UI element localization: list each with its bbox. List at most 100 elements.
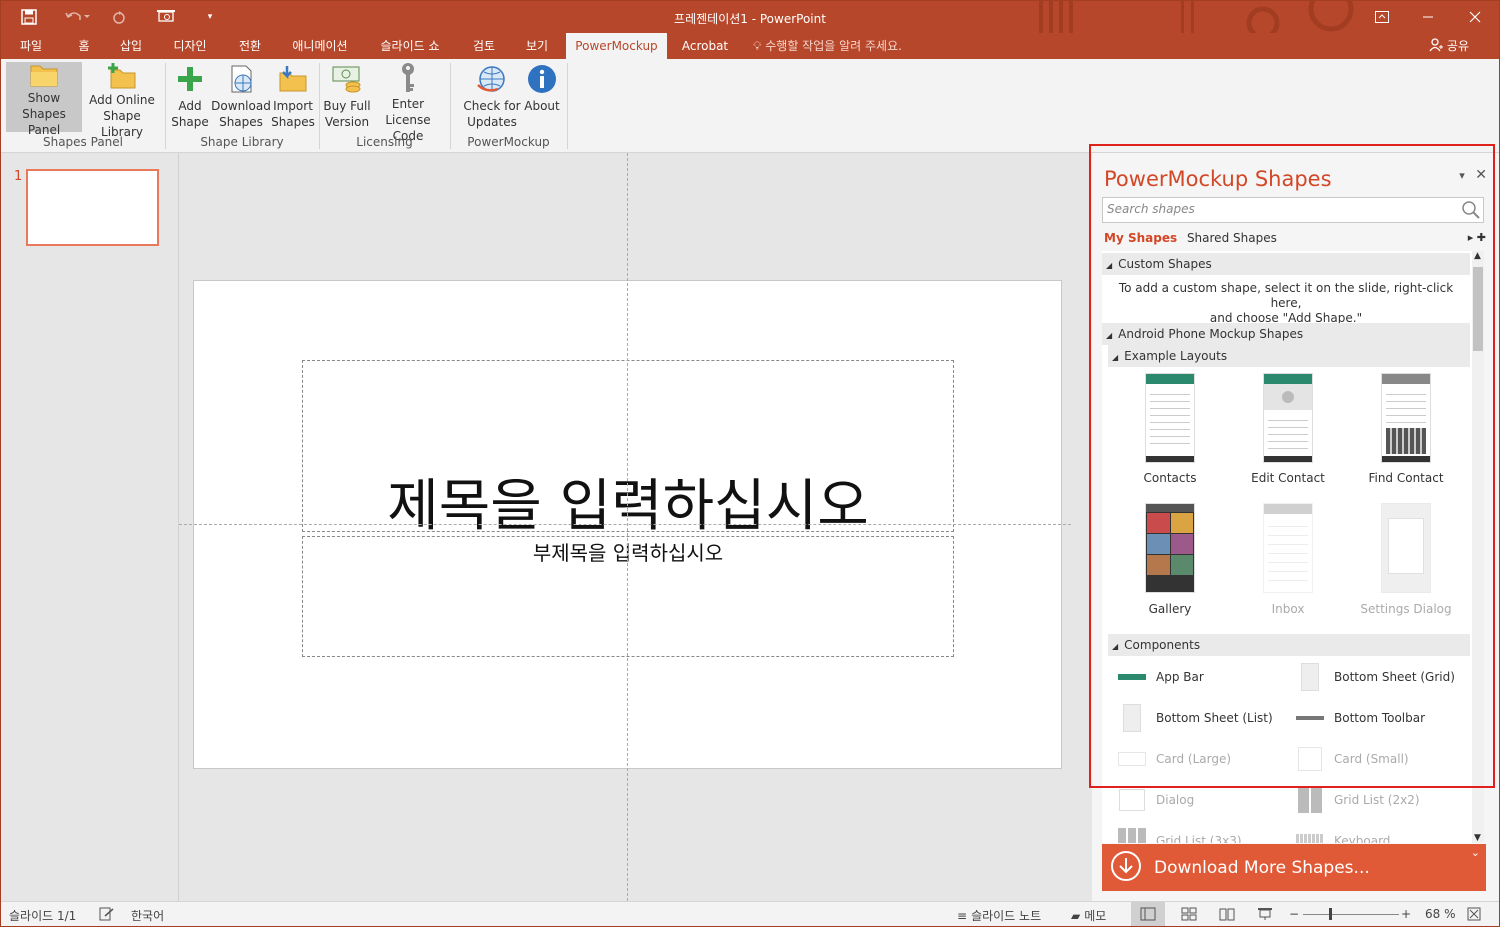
component-bottom-sheet-grid[interactable]: Bottom Sheet (Grid) (1296, 663, 1455, 691)
component-bottom-sheet-list[interactable]: Bottom Sheet (List) (1118, 704, 1273, 732)
shapes-list-scrollbar[interactable]: ▲ ▼ (1472, 251, 1484, 843)
about-button[interactable]: About (523, 62, 561, 132)
notes-icon: ≡ (957, 908, 968, 923)
component-grid-list-2x2[interactable]: Grid List (2x2) (1296, 786, 1420, 814)
component-card-large[interactable]: Card (Large) (1118, 745, 1231, 773)
tell-me-box[interactable]: 💡︎ 수행할 작업을 알려 주세요. (753, 33, 902, 59)
find-contact-thumbnail[interactable] (1381, 373, 1431, 463)
powermockup-shapes-pane: PowerMockup Shapes ▾ ✕ Search shapes My … (1092, 153, 1499, 901)
collapse-bar-icon[interactable]: ⌄ (1471, 846, 1480, 859)
inbox-thumbnail[interactable] (1263, 503, 1313, 593)
shapes-list: ◢ Custom Shapes To add a custom shape, se… (1102, 251, 1484, 843)
tab-review[interactable]: 검토 (463, 33, 505, 59)
group-label-shape-library: Shape Library (200, 135, 284, 149)
section-example-layouts[interactable]: ◢ Example Layouts (1108, 345, 1470, 367)
edit-contact-thumbnail[interactable] (1263, 373, 1313, 463)
slideshow-view-icon[interactable] (1257, 907, 1273, 921)
tab-file[interactable]: 파일 (9, 33, 53, 59)
spell-check-icon[interactable] (99, 907, 115, 921)
title-decoration (1031, 1, 1371, 40)
search-icon[interactable] (1461, 200, 1481, 223)
reading-view-icon[interactable] (1219, 907, 1235, 921)
layout-label-contacts: Contacts (1143, 471, 1197, 485)
subtitle-placeholder[interactable]: 부제목을 입력하십시오 (302, 536, 954, 657)
tab-my-shapes[interactable]: My Shapes (1104, 231, 1177, 245)
title-placeholder-text: 제목을 입력하십시오 (387, 474, 869, 539)
pane-options-icon[interactable]: ▾ (1459, 169, 1465, 182)
zoom-slider[interactable] (1303, 908, 1399, 920)
tab-transitions[interactable]: 전환 (229, 33, 271, 59)
close-window-icon[interactable] (1451, 1, 1499, 33)
tab-design[interactable]: 디자인 (163, 33, 217, 59)
scroll-thumb[interactable] (1473, 267, 1483, 351)
slide-editing-area: 제목을 입력하십시오 부제목을 입력하십시오 (179, 153, 1091, 901)
component-dialog[interactable]: Dialog (1118, 786, 1194, 814)
comments-button[interactable]: ▰ 메모 (1071, 907, 1106, 924)
component-keyboard[interactable]: Keyboard (1296, 827, 1390, 843)
check-for-updates-button[interactable]: Check for Updates (461, 62, 523, 132)
contacts-thumbnail[interactable] (1145, 373, 1195, 463)
show-shapes-panel-button[interactable]: Show Shapes Panel (6, 62, 82, 137)
status-bar: 슬라이드 1/1 한국어 ≡ 슬라이드 노트 ▰ 메모 − + 68 % (1, 901, 1499, 926)
zoom-out-icon[interactable]: − (1289, 907, 1299, 921)
notes-button[interactable]: ≡ 슬라이드 노트 (957, 907, 1041, 924)
gallery-thumbnail[interactable] (1145, 503, 1195, 593)
ribbon-display-options-icon[interactable] (1359, 1, 1405, 33)
zoom-slider-thumb[interactable] (1329, 908, 1332, 920)
component-card-small[interactable]: Card (Small) (1296, 745, 1409, 773)
powerpoint-window: ▾ 프레젠테이션1 - PowerPoint 파일 홈 삽입 디자인 전환 애니… (0, 0, 1500, 927)
pane-tabs-more-icon[interactable]: ▸ ✚ (1468, 231, 1486, 244)
slide-count: 슬라이드 1/1 (9, 909, 77, 923)
language-indicator[interactable]: 한국어 (131, 907, 164, 924)
search-placeholder: Search shapes (1107, 202, 1195, 216)
folder-add-icon (106, 62, 138, 90)
tab-animations[interactable]: 애니메이션 (283, 33, 357, 59)
pane-close-icon[interactable]: ✕ (1475, 167, 1487, 183)
download-shapes-button[interactable]: Download Shapes (211, 62, 271, 132)
add-online-library-button[interactable]: Add Online Shape Library (85, 62, 159, 139)
section-custom-shapes[interactable]: ◢ Custom Shapes (1102, 253, 1470, 275)
download-more-label: Download More Shapes... (1154, 857, 1370, 878)
tab-slideshow[interactable]: 슬라이드 쇼 (369, 33, 451, 59)
slide-sorter-icon[interactable] (1181, 907, 1197, 921)
component-app-bar[interactable]: App Bar (1118, 663, 1204, 691)
fit-to-window-icon[interactable] (1467, 907, 1481, 921)
import-shapes-button[interactable]: Import Shapes (271, 62, 315, 132)
title-placeholder[interactable]: 제목을 입력하십시오 (302, 360, 954, 539)
horizontal-guide (179, 524, 1071, 525)
tab-shared-shapes[interactable]: Shared Shapes (1187, 231, 1277, 245)
tab-insert[interactable]: 삽입 (111, 33, 151, 59)
enter-license-code-button[interactable]: Enter License Code (371, 62, 445, 143)
grid-list-2x2-icon (1296, 786, 1324, 814)
layout-label-find-contact: Find Contact (1368, 471, 1444, 485)
group-label-powermockup: PowerMockup (467, 135, 550, 149)
buy-full-version-button[interactable]: Buy Full Version (323, 62, 371, 132)
search-shapes-input[interactable]: Search shapes (1102, 197, 1484, 223)
section-android-phone-mockup[interactable]: ◢ Android Phone Mockup Shapes (1102, 323, 1470, 345)
share-button[interactable]: 공유 (1429, 33, 1469, 59)
scroll-up-icon[interactable]: ▲ (1474, 251, 1481, 261)
zoom-in-icon[interactable]: + (1401, 907, 1411, 921)
download-more-shapes-button[interactable]: Download More Shapes... ⌄ (1102, 844, 1486, 891)
tab-home[interactable]: 홈 (67, 33, 101, 59)
zoom-level[interactable]: 68 % (1425, 907, 1456, 921)
component-grid-list-3x3[interactable]: Grid List (3x3) (1118, 827, 1242, 843)
component-bottom-toolbar[interactable]: Bottom Toolbar (1296, 704, 1425, 732)
minimize-icon[interactable] (1405, 1, 1451, 33)
bottom-sheet-grid-icon (1296, 663, 1324, 691)
slide-thumbnail[interactable] (26, 169, 159, 246)
section-components[interactable]: ◢ Components (1108, 634, 1470, 656)
add-shape-button[interactable]: Add Shape (169, 62, 211, 132)
tell-me-text: 수행할 작업을 알려 주세요. (765, 39, 902, 53)
comment-icon: ▰ (1071, 908, 1081, 923)
import-folder-icon (277, 62, 309, 96)
normal-view-icon[interactable] (1131, 902, 1165, 926)
settings-dialog-thumbnail[interactable] (1381, 503, 1431, 593)
app-bar-icon (1118, 663, 1146, 691)
slide-number: 1 (14, 169, 23, 184)
tab-view[interactable]: 보기 (515, 33, 559, 59)
info-icon (526, 62, 558, 96)
tab-acrobat[interactable]: Acrobat (677, 33, 733, 59)
scroll-down-icon[interactable]: ▼ (1474, 833, 1481, 843)
tab-powermockup[interactable]: PowerMockup (566, 33, 667, 59)
